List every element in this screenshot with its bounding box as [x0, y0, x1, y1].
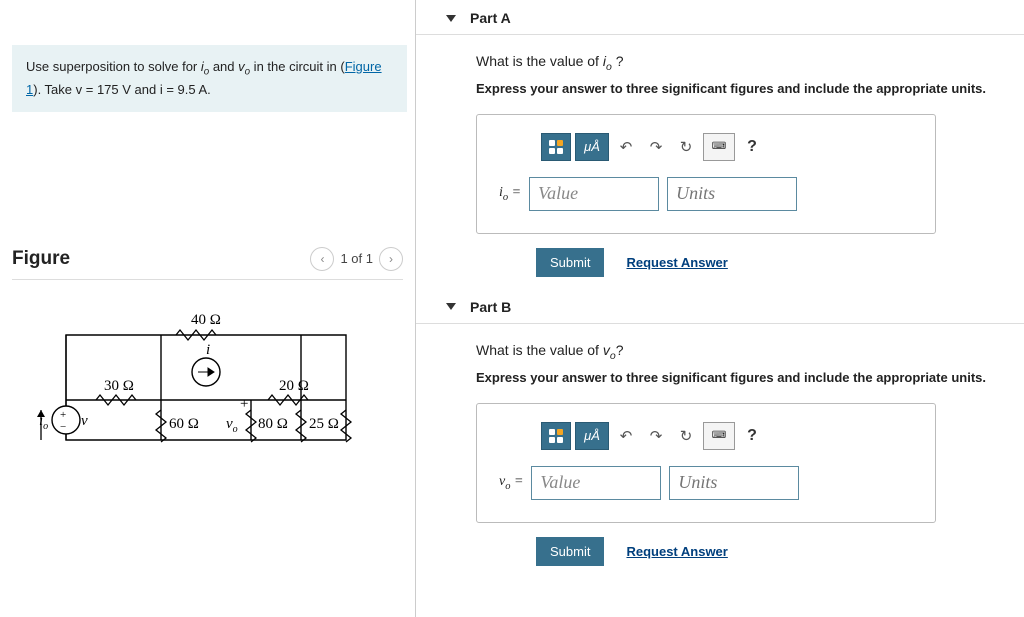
chevron-down-icon [446, 15, 456, 22]
request-answer-b[interactable]: Request Answer [626, 544, 727, 559]
circuit-diagram: 40 Ω 30 Ω 20 Ω 60 Ω 80 Ω 25 Ω i io v vo … [26, 310, 415, 483]
formula-template-button[interactable] [541, 133, 571, 161]
part-a-header[interactable]: Part A [416, 0, 1024, 35]
svg-text:40 Ω: 40 Ω [191, 312, 221, 328]
special-chars-button[interactable]: μÅ [575, 133, 609, 161]
prev-figure-button[interactable]: ‹ [310, 247, 334, 271]
reset-button[interactable]: ↻ [673, 422, 699, 450]
formula-template-button[interactable] [541, 422, 571, 450]
part-b-instructions: Express your answer to three significant… [476, 370, 1024, 385]
special-chars-button[interactable]: μÅ [575, 422, 609, 450]
part-a-instructions: Express your answer to three significant… [476, 81, 1024, 96]
help-button[interactable]: ? [739, 133, 765, 161]
part-a-question: What is the value of io ? [476, 53, 1024, 73]
redo-button[interactable]: ↷ [643, 422, 669, 450]
value-input-b[interactable] [531, 466, 661, 500]
svg-text:vo: vo [226, 416, 238, 435]
submit-button-a[interactable]: Submit [536, 248, 604, 277]
part-b-header[interactable]: Part B [416, 289, 1024, 324]
io-label: io = [499, 185, 521, 203]
submit-button-b[interactable]: Submit [536, 537, 604, 566]
part-a-answer-box: μÅ ↶ ↷ ↻ ⌨ ? io = [476, 114, 936, 234]
figure-title: Figure [12, 248, 70, 270]
figure-pager: ‹ 1 of 1 › [310, 247, 403, 271]
svg-text:−: − [60, 421, 66, 433]
svg-text:+: + [60, 409, 66, 421]
part-b-answer-box: μÅ ↶ ↷ ↻ ⌨ ? vo = [476, 403, 936, 523]
svg-text:25 Ω: 25 Ω [309, 416, 339, 432]
svg-text:−: − [240, 433, 248, 449]
svg-text:80 Ω: 80 Ω [258, 416, 288, 432]
svg-text:60 Ω: 60 Ω [169, 416, 199, 432]
problem-statement: Use superposition to solve for io and vo… [12, 45, 407, 112]
reset-button[interactable]: ↻ [673, 133, 699, 161]
svg-text:v: v [81, 413, 88, 429]
undo-button[interactable]: ↶ [613, 133, 639, 161]
part-b: Part B What is the value of vo? Express … [416, 289, 1024, 578]
keyboard-button[interactable]: ⌨ [703, 133, 735, 161]
value-input-a[interactable] [529, 177, 659, 211]
redo-button[interactable]: ↷ [643, 133, 669, 161]
svg-text:20 Ω: 20 Ω [279, 378, 309, 394]
next-figure-button[interactable]: › [379, 247, 403, 271]
undo-button[interactable]: ↶ [613, 422, 639, 450]
svg-text:i: i [206, 342, 210, 358]
vo-label: vo = [499, 474, 523, 492]
help-button[interactable]: ? [739, 422, 765, 450]
svg-text:30 Ω: 30 Ω [104, 378, 134, 394]
part-b-question: What is the value of vo? [476, 342, 1024, 362]
request-answer-a[interactable]: Request Answer [626, 255, 727, 270]
units-input-b[interactable] [669, 466, 799, 500]
units-input-a[interactable] [667, 177, 797, 211]
chevron-down-icon [446, 303, 456, 310]
part-a: Part A What is the value of io ? Express… [416, 0, 1024, 289]
keyboard-button[interactable]: ⌨ [703, 422, 735, 450]
svg-text:+: + [240, 396, 248, 412]
